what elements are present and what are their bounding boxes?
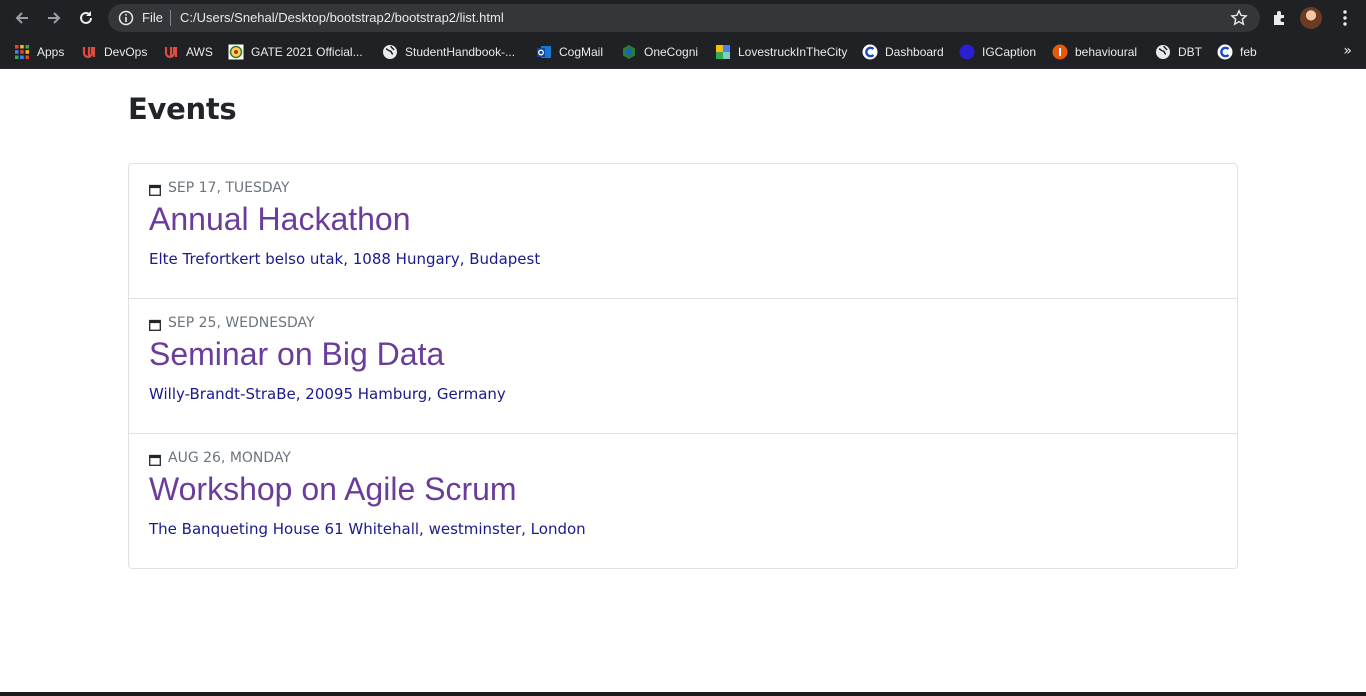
bookmark-igcaption[interactable]: IGCaption — [959, 43, 1036, 61]
extensions-icon — [1274, 11, 1284, 25]
star-icon[interactable] — [1230, 9, 1248, 27]
event-item[interactable]: AUG 26, MONDAY Workshop on Agile Scrum T… — [129, 434, 1237, 568]
bookmark-dashboard[interactable]: Dashboard — [862, 43, 944, 61]
event-title-link[interactable]: Seminar on Big Data — [149, 336, 444, 373]
bookmark-cogmail[interactable]: CogMail — [536, 43, 603, 61]
event-date: AUG 26, MONDAY — [149, 450, 291, 466]
back-icon — [15, 12, 28, 24]
bookmark-label: DBT — [1178, 45, 1202, 59]
bookmark-behavioural[interactable]: behavioural — [1052, 43, 1137, 61]
bookmark-label: feb — [1240, 45, 1257, 59]
bookmark-label: StudentHandbook-... — [405, 45, 516, 59]
menu-icon — [1343, 10, 1347, 26]
forward-icon — [48, 12, 61, 24]
taskbar-edge — [0, 692, 1366, 696]
bookmark-label: OneCogni — [644, 45, 699, 59]
bookmark-aws[interactable]: AWS — [163, 43, 213, 61]
url-text[interactable]: C:/Users/Snehal/Desktop/bootstrap2/boots… — [180, 10, 504, 25]
browser-toolbar: File C:/Users/Snehal/Desktop/bootstrap2/… — [0, 0, 1366, 36]
calendar-icon — [149, 319, 161, 331]
reload-icon — [80, 11, 92, 24]
orange-circle-icon — [1052, 44, 1068, 60]
bookmark-label: DevOps — [104, 45, 148, 59]
u-logo-icon — [164, 47, 178, 59]
globe-icon — [383, 45, 397, 59]
bookmark-label: AWS — [186, 45, 213, 59]
bookmarks-overflow-button[interactable]: » — [1343, 43, 1352, 59]
reload-button[interactable] — [74, 6, 98, 30]
u-logo-icon — [82, 47, 96, 59]
event-list: SEP 17, TUESDAY Annual Hackathon Elte Tr… — [128, 163, 1238, 569]
extensions-button[interactable] — [1268, 6, 1292, 30]
profile-avatar[interactable] — [1300, 7, 1322, 29]
event-item[interactable]: SEP 17, TUESDAY Annual Hackathon Elte Tr… — [129, 164, 1237, 299]
event-date-text: SEP 17, TUESDAY — [168, 180, 290, 196]
bookmark-label: IGCaption — [982, 45, 1037, 59]
event-title-link[interactable]: Workshop on Agile Scrum — [149, 471, 517, 508]
bookmark-lovestruck[interactable]: LovestruckInTheCity — [715, 43, 847, 61]
info-icon[interactable] — [118, 10, 134, 26]
address-separator — [170, 10, 171, 26]
event-date-text: SEP 25, WEDNESDAY — [168, 315, 315, 331]
event-address: The Banqueting House 61 Whitehall, westm… — [149, 520, 586, 538]
bookmark-onecogni[interactable]: OneCogni — [621, 43, 698, 61]
event-item[interactable]: SEP 25, WEDNESDAY Seminar on Big Data Wi… — [129, 299, 1237, 434]
onecogni-icon — [623, 45, 635, 59]
forward-button[interactable] — [42, 6, 66, 30]
bookmark-label: CogMail — [559, 45, 604, 59]
c-logo-icon — [1217, 44, 1233, 60]
bookmark-label: LovestruckInTheCity — [738, 45, 848, 59]
event-date: SEP 17, TUESDAY — [149, 180, 289, 196]
circle-icon — [959, 44, 975, 60]
calendar-icon — [149, 454, 161, 466]
bookmark-gate[interactable]: GATE 2021 Official... — [228, 43, 363, 61]
bookmark-label: Dashboard — [885, 45, 944, 59]
calendar-icon — [149, 184, 161, 196]
event-address: Willy-Brandt-StraBe, 20095 Hamburg, Germ… — [149, 385, 506, 403]
event-title-link[interactable]: Annual Hackathon — [149, 201, 411, 238]
page-title: Events — [128, 92, 237, 126]
outlook-icon — [537, 46, 551, 58]
bookmark-apps[interactable]: Apps — [14, 43, 64, 61]
drive-icon — [716, 45, 730, 59]
address-bar[interactable]: File C:/Users/Snehal/Desktop/bootstrap2/… — [108, 4, 1260, 32]
event-address: Elte Trefortkert belso utak, 1088 Hungar… — [149, 250, 541, 268]
c-logo-icon — [862, 44, 878, 60]
bookmark-label: GATE 2021 Official... — [251, 45, 363, 59]
event-date-text: AUG 26, MONDAY — [168, 450, 291, 466]
bookmark-label: behavioural — [1075, 45, 1138, 59]
bookmark-label: Apps — [37, 45, 65, 59]
globe-icon — [1156, 45, 1170, 59]
bookmark-dbt[interactable]: DBT — [1155, 43, 1202, 61]
back-button[interactable] — [10, 6, 34, 30]
bookmark-studenthandbook[interactable]: StudentHandbook-... — [382, 43, 515, 61]
bookmark-devops[interactable]: DevOps — [81, 43, 147, 61]
gate-icon — [228, 44, 244, 60]
protocol-label: File — [142, 10, 163, 25]
browser-menu-button[interactable] — [1333, 6, 1357, 30]
event-date: SEP 25, WEDNESDAY — [149, 315, 315, 331]
bookmarks-bar: Apps DevOps AWS GATE 2021 Official... St… — [0, 36, 1366, 69]
bookmark-feb[interactable]: feb — [1217, 43, 1257, 61]
apps-grid-icon — [15, 45, 29, 59]
